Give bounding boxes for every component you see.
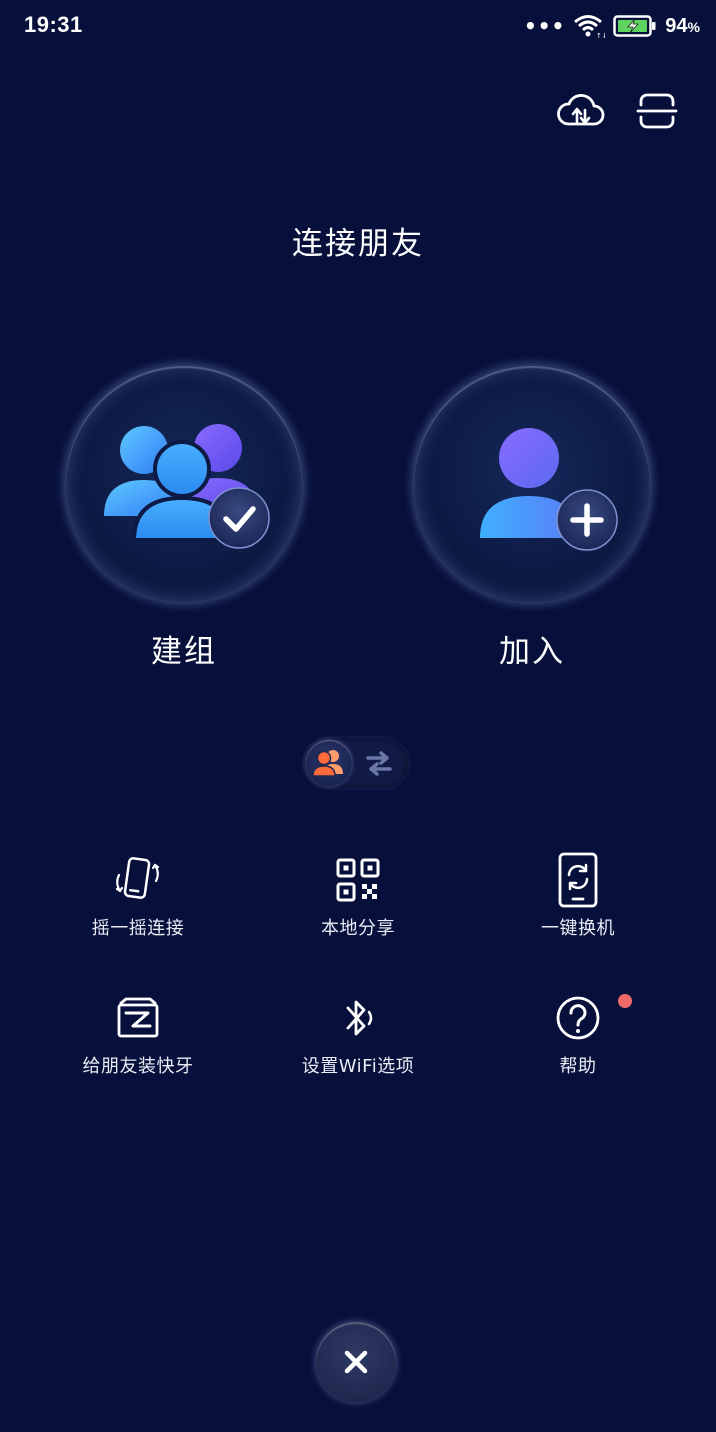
shake-phone-icon xyxy=(115,857,160,899)
local-share-label: 本地分享 xyxy=(321,918,395,939)
install-for-friend-button[interactable]: 给朋友装快牙 xyxy=(28,988,248,1078)
create-group-label: 建组 xyxy=(151,634,217,670)
cloud-upload-icon xyxy=(557,94,605,126)
status-time: 19:31 xyxy=(24,12,83,37)
friends-icon xyxy=(312,750,343,777)
scan-button[interactable] xyxy=(632,88,682,134)
more-dots-icon: ••• xyxy=(523,14,566,38)
phone-switch-button[interactable]: 一键换机 xyxy=(468,850,688,940)
help-label: 帮助 xyxy=(559,1056,597,1077)
swap-arrows-icon xyxy=(366,751,392,776)
help-notification-dot xyxy=(618,994,632,1008)
group-icon xyxy=(104,424,270,549)
qr-code-icon xyxy=(336,858,380,902)
close-icon xyxy=(344,1350,368,1374)
phone-switch-icon xyxy=(558,852,598,908)
join-label: 加入 xyxy=(499,634,565,670)
join-button[interactable] xyxy=(414,366,650,602)
install-box-icon xyxy=(117,997,159,1038)
mode-toggle[interactable] xyxy=(304,738,408,788)
phone-switch-label: 一键换机 xyxy=(541,918,615,939)
add-person-icon xyxy=(480,428,618,551)
status-icons: ••• ↑↓ 94% xyxy=(524,12,700,40)
page-title: 连接朋友 xyxy=(292,226,424,262)
battery-icon xyxy=(613,15,656,37)
toggle-knob[interactable] xyxy=(306,740,352,786)
shake-connect-button[interactable]: 摇一摇连接 xyxy=(28,850,248,940)
shake-connect-label: 摇一摇连接 xyxy=(91,918,185,939)
svg-text:↑↓: ↑↓ xyxy=(596,32,605,39)
help-button[interactable]: 帮助 xyxy=(468,988,688,1078)
install-for-friend-label: 给朋友装快牙 xyxy=(82,1056,194,1077)
wifi-icon: ↑↓ xyxy=(574,15,605,39)
bluetooth-icon xyxy=(346,1000,373,1036)
scan-icon xyxy=(636,93,678,129)
help-icon xyxy=(556,996,600,1040)
battery-percent: 94% xyxy=(665,14,700,37)
close-button[interactable] xyxy=(316,1322,396,1402)
status-bar: 19:31 ••• ↑↓ 94% xyxy=(0,0,716,52)
wifi-settings-button[interactable]: 设置WiFi选项 xyxy=(248,988,468,1078)
create-group-button[interactable] xyxy=(66,366,302,602)
cloud-transfer-button[interactable] xyxy=(556,88,606,134)
wifi-settings-label: 设置WiFi选项 xyxy=(301,1056,415,1077)
local-share-button[interactable]: 本地分享 xyxy=(248,850,468,940)
